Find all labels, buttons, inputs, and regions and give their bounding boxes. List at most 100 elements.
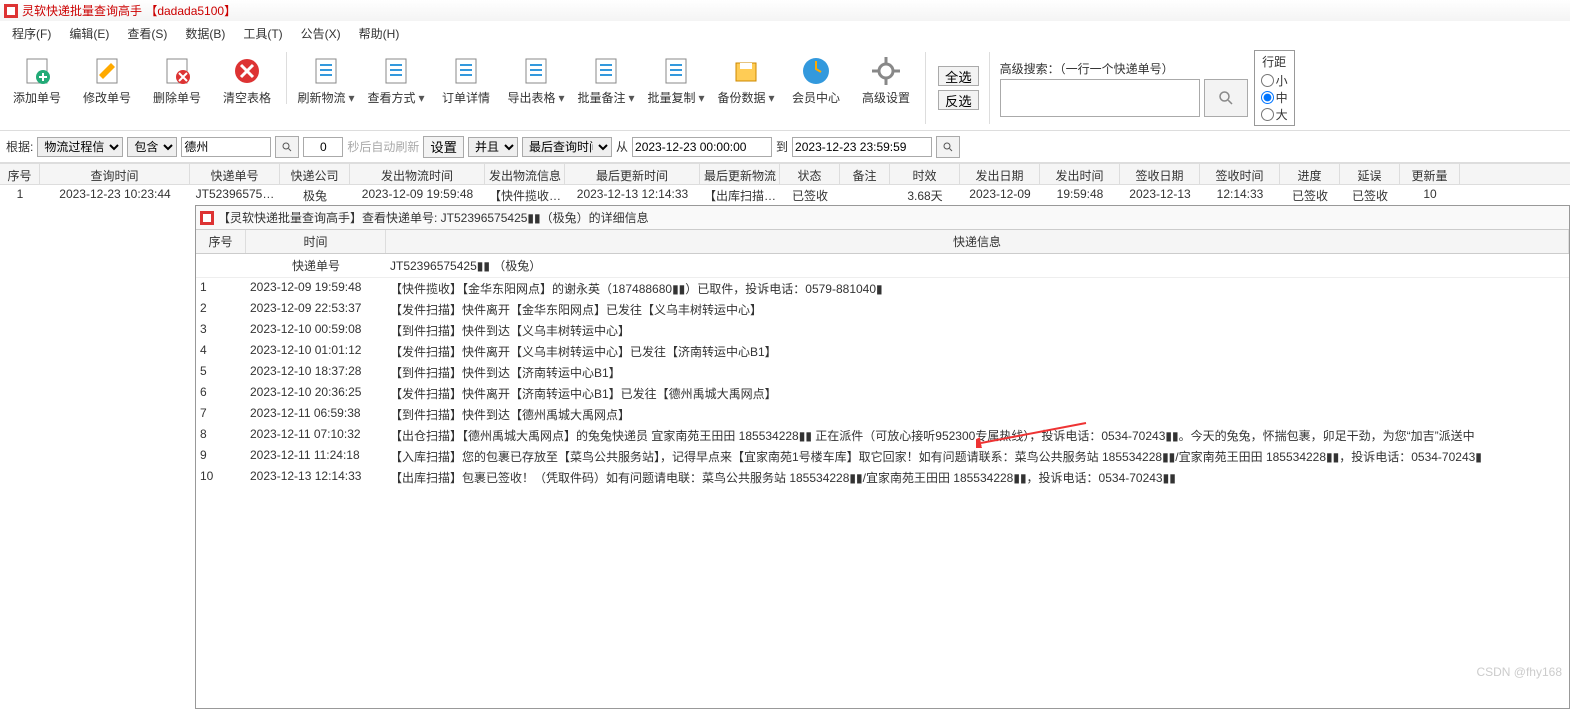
toolbar-detail[interactable]: 订单详情 <box>431 50 501 106</box>
spacing-large[interactable]: 大 <box>1261 106 1288 123</box>
spacing-mid[interactable]: 中 <box>1261 89 1288 106</box>
edit-icon <box>91 55 123 87</box>
toolbar-del[interactable]: 删除单号 <box>142 50 212 106</box>
filter-search-btn[interactable] <box>275 136 299 158</box>
line-spacing-title: 行距 <box>1261 53 1288 70</box>
toolbar-refresh[interactable]: 刷新物流 <box>291 50 361 106</box>
adv-icon <box>870 55 902 87</box>
settings-button[interactable]: 设置 <box>423 136 464 158</box>
detail-row: 12023-12-09 19:59:48【快件揽收】【金华东阳网点】的谢永英（1… <box>196 278 1569 299</box>
col-header[interactable]: 签收时间 <box>1200 164 1280 184</box>
col-header[interactable]: 查询时间 <box>40 164 190 184</box>
toolbar-adv[interactable]: 高级设置 <box>851 50 921 106</box>
toolbar-clear[interactable]: 清空表格 <box>212 50 282 106</box>
title-bar: 灵软快递批量查询高手 【dadada5100】 <box>0 0 1570 21</box>
col-header[interactable]: 进度 <box>1280 164 1340 184</box>
detail-rows: 12023-12-09 19:59:48【快件揽收】【金华东阳网点】的谢永英（1… <box>196 278 1569 488</box>
menu-item[interactable]: 工具(T) <box>235 23 290 44</box>
vip-icon <box>800 55 832 87</box>
toolbar-viewmode[interactable]: 查看方式 <box>361 50 431 106</box>
toolbar: 添加单号修改单号删除单号清空表格刷新物流查看方式订单详情导出表格批量备注批量复制… <box>0 46 1570 131</box>
toolbar-add[interactable]: 添加单号 <box>2 50 72 106</box>
toolbar-backup[interactable]: 备份数据 <box>711 50 781 106</box>
col-header[interactable]: 快递公司 <box>280 164 350 184</box>
detail-icon <box>450 55 482 87</box>
detail-row: 92023-12-11 11:24:18【入库扫描】您的包裹已存放至【菜鸟公共服… <box>196 446 1569 467</box>
detail-panel: 【灵软快递批量查询高手】查看快递单号: JT52396575425▮▮（极兔）的… <box>195 205 1570 709</box>
toolbar-edit[interactable]: 修改单号 <box>72 50 142 106</box>
refresh-icon <box>310 55 342 87</box>
add-icon <box>21 55 53 87</box>
menu-item[interactable]: 查看(S) <box>119 23 175 44</box>
col-header[interactable]: 时效 <box>890 164 960 184</box>
watermark: CSDN @fhy168 <box>1476 665 1562 679</box>
auto-refresh-label: 秒后自动刷新 <box>347 138 419 155</box>
col-header[interactable]: 签收日期 <box>1120 164 1200 184</box>
col-header[interactable]: 更新量 <box>1400 164 1460 184</box>
col-header[interactable]: 备注 <box>840 164 890 184</box>
detail-row: 42023-12-10 01:01:12【发件扫描】快件离开【义乌丰树转运中心】… <box>196 341 1569 362</box>
batchcopy-icon <box>660 55 692 87</box>
main-grid: 序号查询时间快递单号快递公司发出物流时间发出物流信息最后更新时间最后更新物流状态… <box>0 163 1570 205</box>
col-header[interactable]: 发出时间 <box>1040 164 1120 184</box>
to-datetime[interactable] <box>792 137 932 157</box>
col-header[interactable]: 发出日期 <box>960 164 1040 184</box>
filter-bar: 根据: 物流过程信息 包含 秒后自动刷新 设置 并且 最后查询时间 从 到 <box>0 131 1570 163</box>
select-all-button[interactable]: 全选 <box>938 66 979 86</box>
adv-search-label: 高级搜索：（一行一个快递单号） <box>1000 60 1248 77</box>
viewmode-icon <box>380 55 412 87</box>
filter-root-label: 根据: <box>6 138 33 155</box>
export-icon <box>520 55 552 87</box>
line-spacing-group: 行距 小 中 大 <box>1254 50 1295 126</box>
toolbar-batchnote[interactable]: 批量备注 <box>571 50 641 106</box>
adv-search-button[interactable] <box>1204 79 1248 117</box>
menu-item[interactable]: 公告(X) <box>293 23 349 44</box>
toolbar-export[interactable]: 导出表格 <box>501 50 571 106</box>
detail-icon <box>200 211 214 225</box>
col-header[interactable]: 最后更新时间 <box>565 164 700 184</box>
filter-op[interactable]: 包含 <box>127 137 177 157</box>
table-row[interactable]: 12023-12-23 10:23:44JT52396575…极兔2023-12… <box>0 185 1570 205</box>
detail-row: 32023-12-10 00:59:08【到件扫描】快件到达【义乌丰树转运中心】 <box>196 320 1569 341</box>
countdown-input[interactable] <box>303 137 343 157</box>
detail-header: 序号 时间 快递信息 <box>196 230 1569 254</box>
date-search-btn[interactable] <box>936 136 960 158</box>
selection-buttons: 全选 反选 <box>938 66 979 110</box>
filter-value[interactable] <box>181 137 271 157</box>
invert-selection-button[interactable]: 反选 <box>938 90 979 110</box>
grid-header: 序号查询时间快递单号快递公司发出物流时间发出物流信息最后更新时间最后更新物流状态… <box>0 163 1570 185</box>
window-title: 灵软快递批量查询高手 【dadada5100】 <box>22 2 236 19</box>
filter-logic[interactable]: 并且 <box>468 137 518 157</box>
annotation-arrow <box>976 418 1096 448</box>
filter-field2[interactable]: 最后查询时间 <box>522 137 612 157</box>
col-header[interactable]: 序号 <box>0 164 40 184</box>
filter-field[interactable]: 物流过程信息 <box>37 137 123 157</box>
spacing-small[interactable]: 小 <box>1261 72 1288 89</box>
col-header[interactable]: 状态 <box>780 164 840 184</box>
col-header[interactable]: 延误 <box>1340 164 1400 184</box>
col-header[interactable]: 最后更新物流 <box>700 164 780 184</box>
clear-icon <box>231 55 263 87</box>
adv-search-input[interactable] <box>1000 79 1200 117</box>
from-datetime[interactable] <box>632 137 772 157</box>
col-header[interactable]: 发出物流时间 <box>350 164 485 184</box>
detail-row: 102023-12-13 12:14:33【出库扫描】包裹已签收！（凭取件码）如… <box>196 467 1569 488</box>
toolbar-batchcopy[interactable]: 批量复制 <box>641 50 711 106</box>
detail-row: 22023-12-09 22:53:37【发件扫描】快件离开【金华东阳网点】已发… <box>196 299 1569 320</box>
detail-sub-header: 快递单号 JT52396575425▮▮ （极兔） <box>196 254 1569 278</box>
detail-row: 62023-12-10 20:36:25【发件扫描】快件离开【济南转运中心B1】… <box>196 383 1569 404</box>
col-header[interactable]: 发出物流信息 <box>485 164 565 184</box>
app-icon <box>4 4 18 18</box>
toolbar-vip[interactable]: 会员中心 <box>781 50 851 106</box>
menu-item[interactable]: 数据(B) <box>177 23 233 44</box>
detail-row: 52023-12-10 18:37:28【到件扫描】快件到达【济南转运中心B1】 <box>196 362 1569 383</box>
menu-item[interactable]: 帮助(H) <box>351 23 408 44</box>
batchnote-icon <box>590 55 622 87</box>
menu-item[interactable]: 程序(F) <box>4 23 59 44</box>
menu-bar: 程序(F)编辑(E)查看(S)数据(B)工具(T)公告(X)帮助(H) <box>0 21 1570 46</box>
detail-title-text: 【灵软快递批量查询高手】查看快递单号: JT52396575425▮▮（极兔）的… <box>218 209 649 226</box>
del-icon <box>161 55 193 87</box>
col-header[interactable]: 快递单号 <box>190 164 280 184</box>
to-label: 到 <box>776 138 788 155</box>
menu-item[interactable]: 编辑(E) <box>61 23 117 44</box>
